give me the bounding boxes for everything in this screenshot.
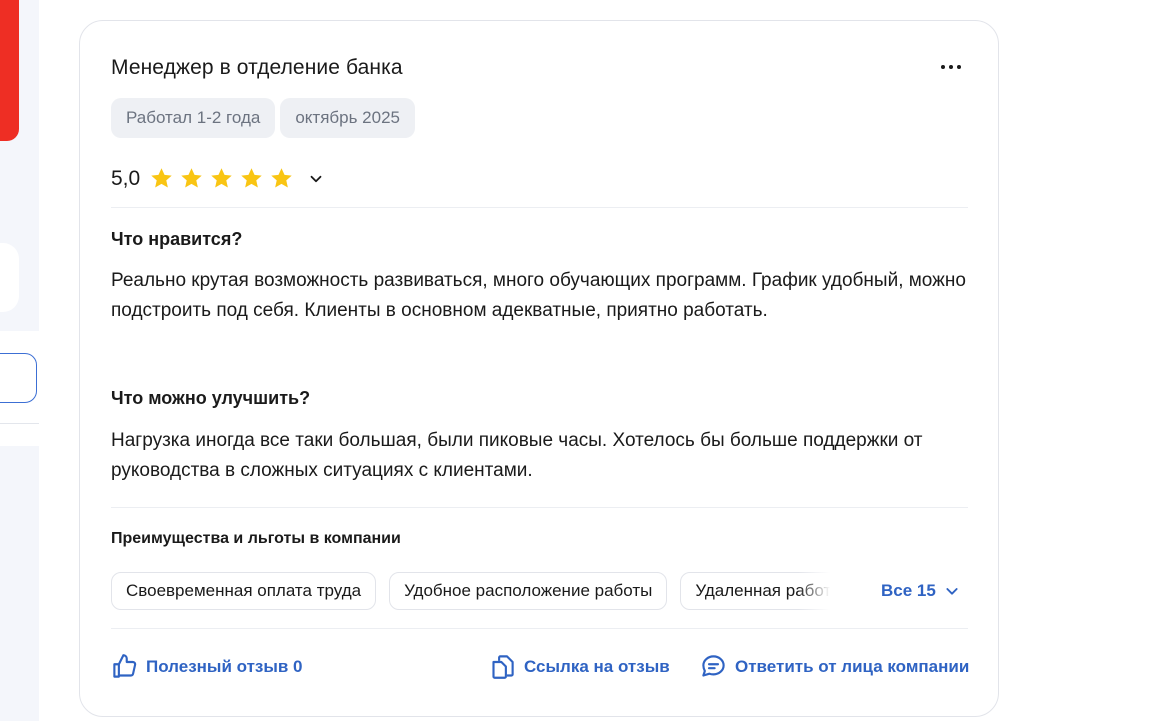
star-rating <box>149 166 294 191</box>
tag-experience: Работал 1-2 года <box>111 98 276 138</box>
review-title: Менеджер в отделение банка <box>111 56 403 79</box>
sidebar-outlined-button[interactable] <box>0 353 37 403</box>
more-options-button[interactable] <box>935 57 967 77</box>
benefit-chip: Удобное расположение работы <box>389 572 668 610</box>
pros-heading: Что нравится? <box>111 229 243 249</box>
rating-row: 5,0 <box>111 166 325 191</box>
star-icon <box>241 168 262 188</box>
useful-review-button[interactable]: Полезный отзыв 0 <box>111 653 303 680</box>
cons-text: Нагрузка иногда все таки большая, были п… <box>111 430 923 481</box>
benefits-list: Своевременная оплата труда Удобное распо… <box>111 572 836 610</box>
divider <box>111 207 968 208</box>
copy-link-icon <box>492 655 514 679</box>
divider <box>111 628 968 629</box>
star-icon <box>151 168 172 188</box>
left-sidebar <box>0 0 39 721</box>
chips-fade-overlay <box>798 572 838 610</box>
reply-as-company-label: Ответить от лица компании <box>735 656 970 676</box>
divider <box>111 507 968 508</box>
useful-review-label: Полезный отзыв 0 <box>146 656 303 676</box>
sidebar-panel-lower <box>0 446 39 721</box>
star-icon <box>271 168 292 188</box>
sidebar-block <box>0 243 19 312</box>
benefits-heading: Преимущества и льготы в компании <box>111 530 401 547</box>
brand-banner <box>0 0 19 141</box>
copy-link-button[interactable]: Ссылка на отзыв <box>489 653 670 680</box>
more-horizontal-icon <box>941 65 945 69</box>
review-tags: Работал 1-2 года октябрь 2025 <box>111 98 415 138</box>
rating-value: 5,0 <box>111 166 141 190</box>
cons-heading: Что можно улучшить? <box>111 388 311 408</box>
sidebar-divider <box>0 423 39 424</box>
chevron-down-icon <box>946 588 958 595</box>
more-dot <box>949 65 953 69</box>
tag-date: октябрь 2025 <box>280 98 415 138</box>
reply-as-company-button[interactable]: Ответить от лица компании <box>700 653 969 680</box>
more-dot <box>957 65 961 69</box>
pros-text: Реально крутая возможность развиваться, … <box>111 270 966 321</box>
thumbs-up-icon <box>113 654 137 678</box>
star-icon <box>181 168 202 188</box>
chevron-down-icon[interactable] <box>307 170 325 188</box>
chat-bubble-icon <box>702 655 725 677</box>
benefit-chip: Своевременная оплата труда <box>111 572 377 610</box>
show-all-label: Все 15 <box>881 581 936 600</box>
copy-link-label: Ссылка на отзыв <box>524 656 670 676</box>
show-all-benefits-button[interactable]: Все 15 <box>881 581 960 601</box>
review-card: Менеджер в отделение банка Работал 1-2 г… <box>79 20 999 717</box>
star-icon <box>211 168 232 188</box>
